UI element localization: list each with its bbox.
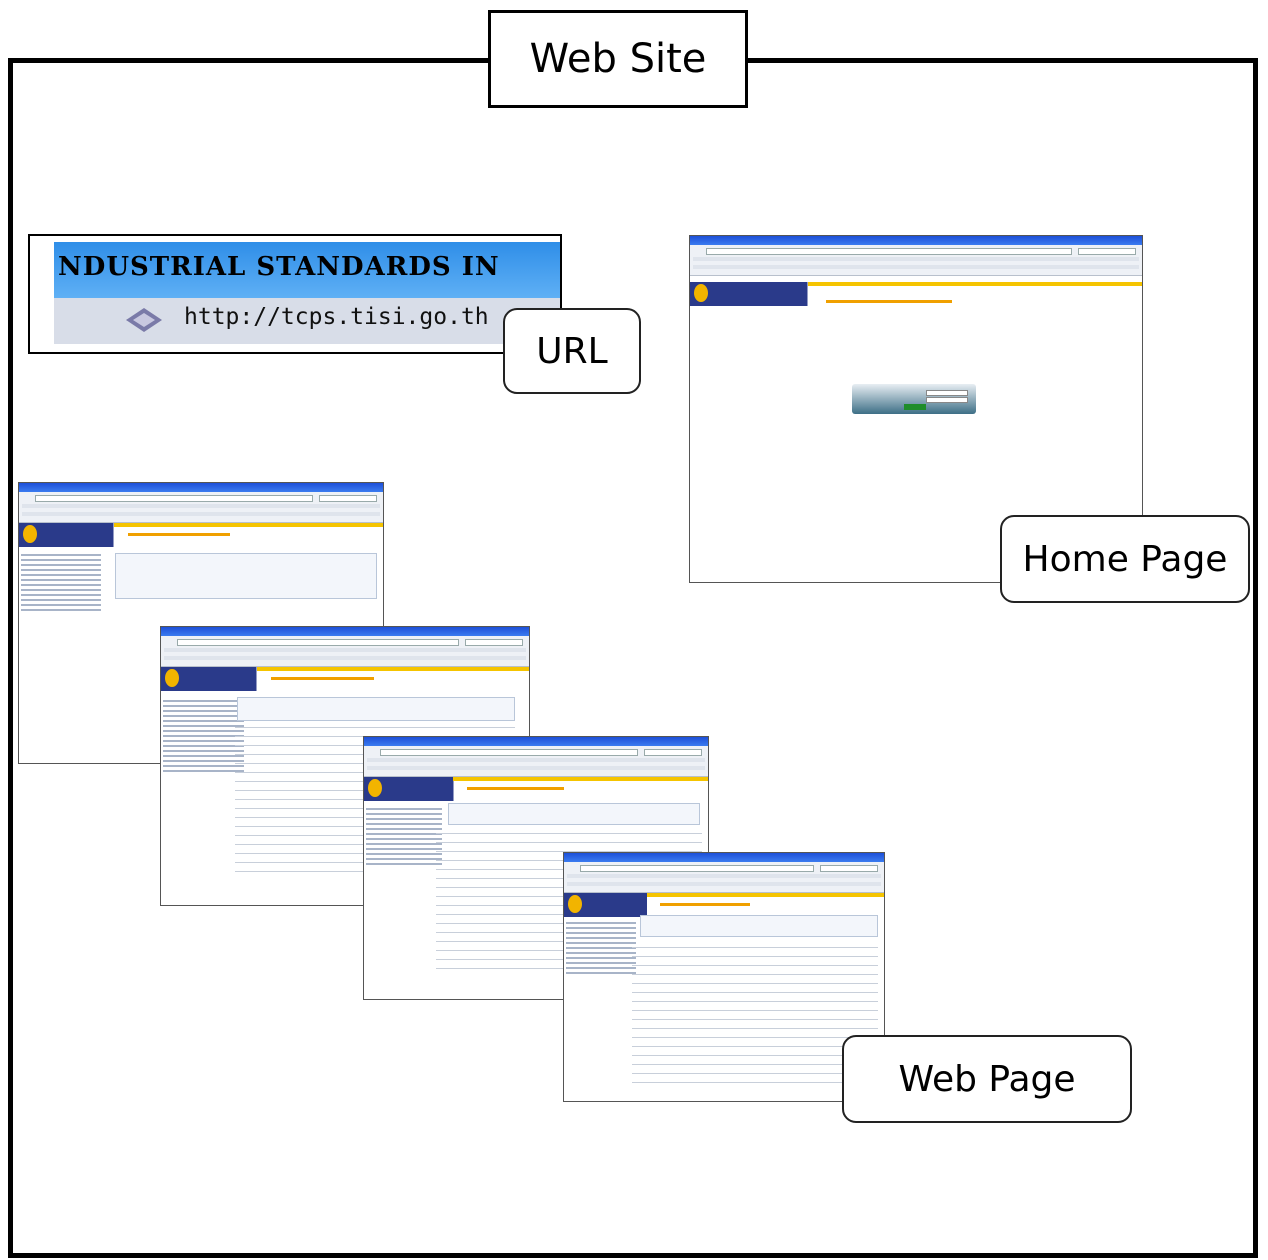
address-bar: http://tcps.tisi.go.th bbox=[54, 298, 560, 344]
url-screenshot: NDUSTRIAL STANDARDS IN http://tcps.tisi.… bbox=[28, 234, 562, 354]
web-page-callout: Web Page bbox=[842, 1035, 1132, 1123]
banner-text: NDUSTRIAL STANDARDS IN bbox=[58, 252, 500, 282]
site-banner: NDUSTRIAL STANDARDS IN bbox=[54, 242, 560, 298]
url-text: http://tcps.tisi.go.th bbox=[184, 304, 489, 330]
web-page-screenshot-4 bbox=[563, 852, 885, 1102]
url-callout: URL bbox=[503, 308, 641, 394]
diagram-title: Web Site bbox=[488, 10, 748, 108]
home-page-callout: Home Page bbox=[1000, 515, 1250, 603]
page-icon bbox=[126, 308, 162, 332]
